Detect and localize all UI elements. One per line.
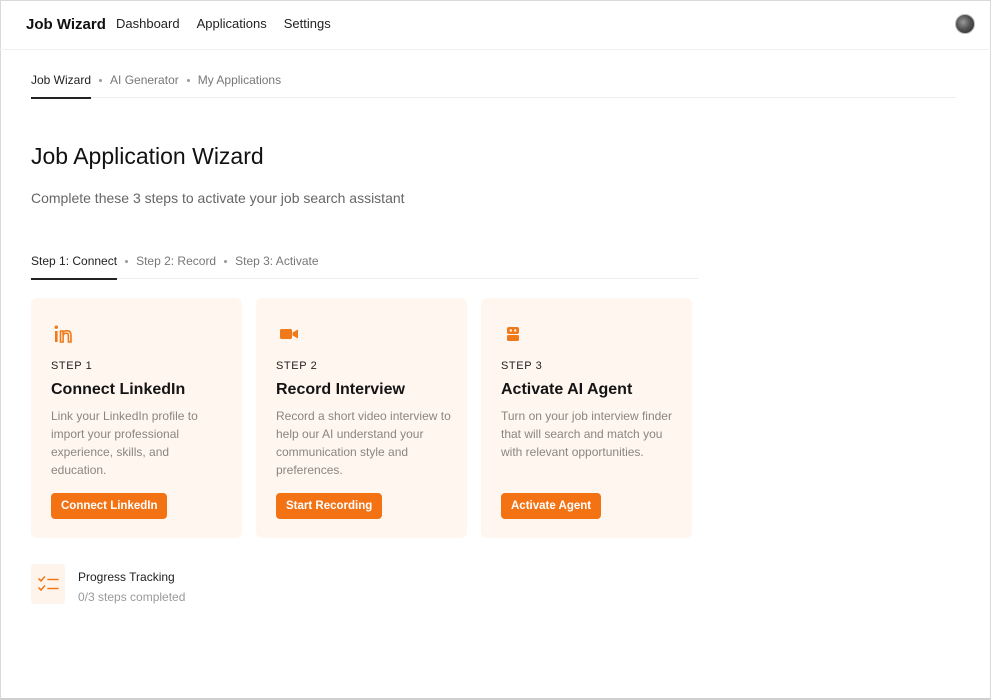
checklist-icon (31, 564, 65, 604)
progress-tracking: Progress Tracking 0/3 steps completed (31, 562, 206, 606)
step-label: STEP 2 (276, 360, 318, 372)
progress-status: 0/3 steps completed (78, 590, 186, 604)
step-tabs: Step 1: Connect Step 2: Record Step 3: A… (31, 244, 698, 280)
tab-step-connect[interactable]: Step 1: Connect (31, 244, 118, 280)
step-card-record: STEP 2 Record Interview Record a short v… (256, 298, 467, 538)
step-label: STEP 1 (51, 360, 93, 372)
page-title: Job Application Wizard (31, 143, 264, 169)
progress-title: Progress Tracking (78, 570, 175, 584)
section-tabs: Job Wizard AI Generator My Applications (31, 62, 956, 99)
tab-step-activate[interactable]: Step 3: Activate (235, 244, 318, 279)
video-camera-icon (278, 324, 300, 344)
nav-settings[interactable]: Settings (284, 16, 331, 31)
card-title: Connect LinkedIn (51, 381, 186, 398)
card-title: Record Interview (276, 381, 405, 398)
tab-separator (186, 78, 190, 82)
steps-cards: STEP 1 Connect LinkedIn Link your Linked… (31, 298, 692, 538)
card-description: Link your LinkedIn profile to import you… (51, 409, 198, 477)
nav-dashboard[interactable]: Dashboard (116, 16, 180, 31)
tab-separator (99, 78, 103, 82)
tab-step-record[interactable]: Step 2: Record (136, 244, 216, 279)
step-card-activate: STEP 3 Activate AI Agent Turn on your jo… (481, 298, 692, 538)
linkedin-icon (53, 324, 75, 344)
app-brand[interactable]: Job Wizard (26, 16, 106, 33)
robot-icon (503, 324, 525, 344)
card-description: Turn on your job interview finder that w… (501, 409, 672, 459)
user-avatar[interactable] (955, 14, 975, 34)
step-label: STEP 3 (501, 360, 543, 372)
tab-job-wizard[interactable]: Job Wizard (31, 62, 92, 99)
nav-applications[interactable]: Applications (197, 16, 267, 31)
connect-linkedin-button[interactable]: Connect LinkedIn (51, 493, 168, 519)
card-description: Record a short video interview to help o… (276, 409, 451, 477)
start-recording-button[interactable]: Start Recording (276, 493, 383, 519)
page-subtitle: Complete these 3 steps to activate your … (31, 190, 405, 206)
activate-agent-button[interactable]: Activate Agent (501, 493, 602, 519)
step-card-linkedin: STEP 1 Connect LinkedIn Link your Linked… (31, 298, 242, 538)
top-navbar: Job Wizard Dashboard Applications Settin… (0, 0, 991, 50)
tab-my-applications[interactable]: My Applications (198, 62, 281, 98)
tab-separator (224, 260, 228, 263)
main-nav: Dashboard Applications Settings (116, 16, 331, 31)
card-title: Activate AI Agent (501, 381, 633, 398)
tab-ai-generator[interactable]: AI Generator (110, 62, 179, 98)
tab-separator (125, 260, 129, 263)
